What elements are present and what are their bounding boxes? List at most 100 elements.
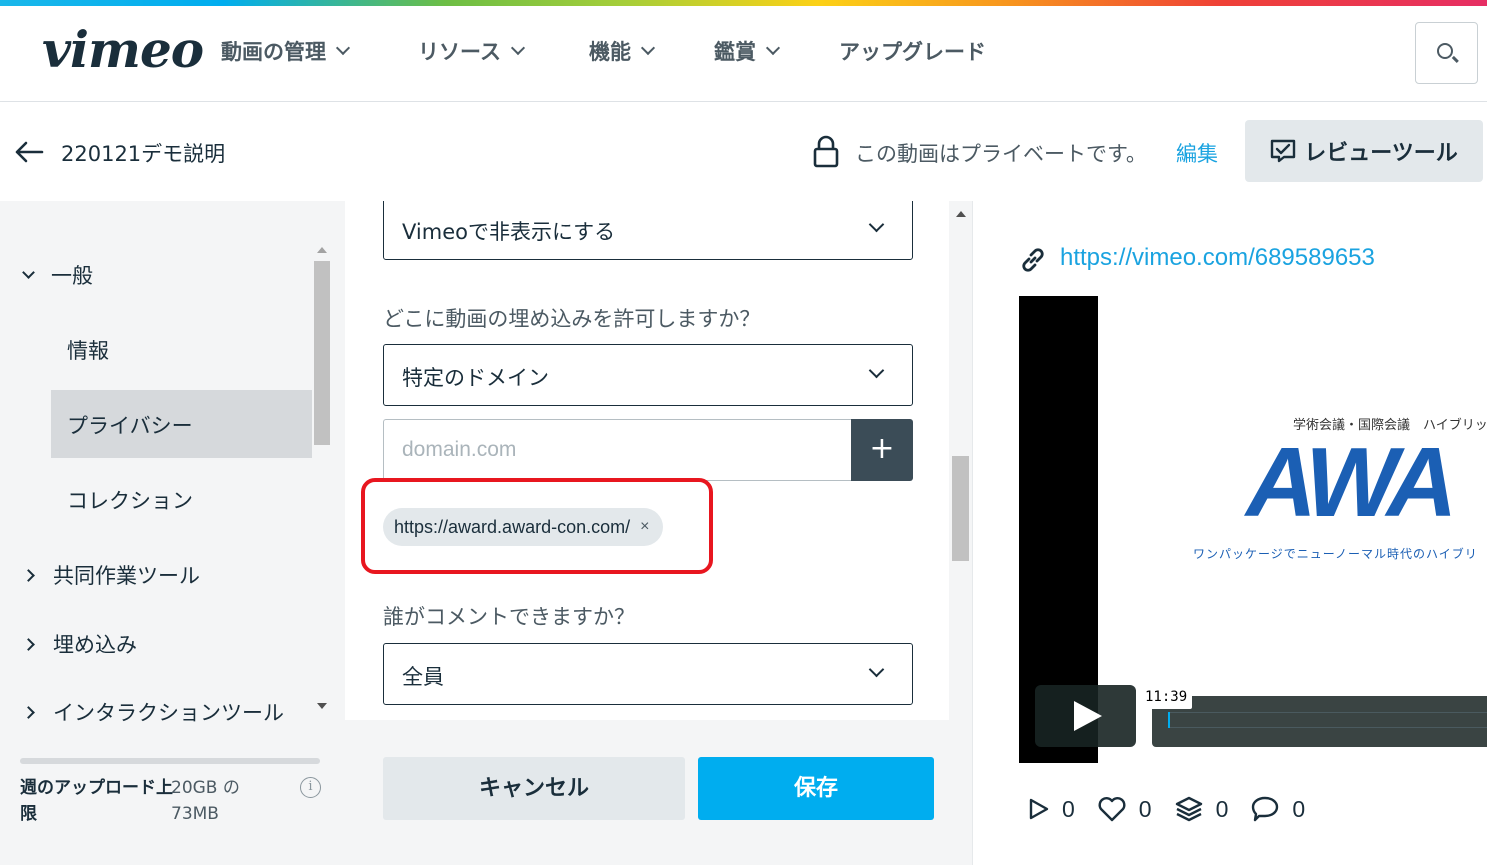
visibility-select-value: Vimeoで非表示にする — [402, 220, 616, 244]
nav-resources-label: リソース — [418, 40, 501, 64]
search-icon — [1437, 43, 1453, 59]
embed-domain-select-value: 特定のドメイン — [402, 366, 549, 390]
nav-upgrade[interactable]: アップグレード — [839, 36, 986, 66]
chevron-down-icon — [868, 362, 885, 379]
comment-permission-select-value: 全員 — [402, 665, 444, 689]
stat-collections: 0 — [1174, 795, 1229, 823]
privacy-form: Vimeoで非表示にする どこに動画の埋め込みを許可しますか？ 特定のドメイン … — [345, 201, 972, 720]
sidebar-item-label: 情報 — [67, 339, 109, 363]
stat-collections-count: 0 — [1215, 795, 1229, 822]
stat-comments: 0 — [1250, 795, 1305, 823]
stat-likes: 0 — [1097, 796, 1152, 823]
scrollbar-thumb[interactable] — [314, 261, 330, 445]
top-navigation: vimeo 動画の管理 リソース 機能 鑑賞 アップグレード — [0, 6, 1487, 102]
sidebar-item-label: プライバシー — [67, 414, 193, 438]
sidebar-section-collaboration[interactable]: 共同作業ツール — [22, 560, 200, 590]
video-url-link[interactable]: https://vimeo.com/689589653 — [1060, 244, 1375, 272]
play-button[interactable] — [1035, 685, 1136, 747]
nav-watch-label: 鑑賞 — [714, 40, 756, 64]
chevron-down-icon — [640, 40, 656, 56]
video-player[interactable]: 学術会議・国際会議 ハイブリッ AWA ワンパッケージでニューノーマル時代のハイ… — [1019, 296, 1487, 763]
nav-manage-videos[interactable]: 動画の管理 — [221, 36, 351, 66]
progress-track[interactable] — [1168, 712, 1487, 728]
scrollbar-thumb[interactable] — [952, 456, 969, 561]
edit-privacy-link[interactable]: 編集 — [1176, 138, 1218, 168]
stat-likes-count: 0 — [1138, 795, 1152, 822]
nav-upgrade-label: アップグレード — [839, 40, 986, 64]
nav-manage-videos-label: 動画の管理 — [221, 40, 326, 64]
cancel-button[interactable]: キャンセル — [383, 757, 685, 820]
comment-question-label: 誰がコメントできますか？ — [383, 605, 635, 629]
sidebar-scrollbar[interactable] — [313, 241, 331, 721]
chevron-down-icon — [765, 40, 781, 56]
annotation-highlight-box — [361, 478, 713, 574]
domain-input[interactable] — [383, 419, 852, 481]
chevron-down-icon — [510, 40, 526, 56]
chevron-right-icon — [22, 568, 35, 582]
nav-resources[interactable]: リソース — [418, 36, 526, 66]
chevron-down-icon — [868, 661, 885, 678]
embed-question-label: どこに動画の埋め込みを許可しますか？ — [383, 307, 761, 331]
sidebar-item-collections[interactable]: コレクション — [67, 485, 193, 515]
video-stats: 0 0 0 0 — [1028, 795, 1305, 823]
nav-watch[interactable]: 鑑賞 — [714, 36, 781, 66]
slide-sub-text: ワンパッケージでニューノーマル時代のハイブリ — [1193, 547, 1478, 561]
add-domain-button[interactable]: + — [851, 419, 913, 481]
chevron-right-icon — [22, 637, 35, 651]
search-button[interactable] — [1415, 22, 1478, 84]
progress-bar[interactable] — [1152, 696, 1487, 747]
scroll-down-icon[interactable] — [317, 703, 327, 709]
visibility-select[interactable]: Vimeoで非表示にする — [383, 201, 913, 260]
chevron-down-icon — [868, 216, 885, 233]
upload-quota-label: 週のアップロード上限 — [20, 778, 173, 824]
sidebar-section-label: 埋め込み — [53, 633, 137, 657]
sidebar-section-label: インタラクションツール — [53, 701, 284, 725]
sidebar-item-label: コレクション — [67, 489, 193, 513]
nav-features-label: 機能 — [589, 40, 631, 64]
comment-permission-select[interactable]: 全員 — [383, 643, 913, 705]
sidebar-item-info[interactable]: 情報 — [67, 335, 109, 365]
upload-quota-bar — [20, 758, 320, 764]
sidebar-section-interaction[interactable]: インタラクションツール — [22, 697, 284, 727]
form-scrollbar[interactable] — [949, 201, 972, 720]
sidebar-section-label: 共同作業ツール — [53, 564, 200, 588]
chevron-down-icon — [335, 40, 351, 56]
review-tool-label: レビューツール — [1304, 141, 1458, 166]
progress-cursor — [1168, 712, 1170, 728]
slide-logo: AWA — [1246, 427, 1457, 537]
privacy-status-text: この動画はプライベートです。 — [855, 142, 1147, 166]
embed-domain-select[interactable]: 特定のドメイン — [383, 344, 913, 406]
sidebar-section-embed[interactable]: 埋め込み — [22, 629, 137, 659]
stat-plays: 0 — [1028, 796, 1075, 823]
review-tool-button[interactable]: レビューツール — [1245, 120, 1483, 182]
time-tooltip: 11:39 — [1140, 685, 1193, 709]
comment-icon — [1252, 796, 1279, 822]
chevron-down-icon — [22, 265, 35, 279]
video-preview-panel: https://vimeo.com/689589653 学術会議・国際会議 ハイ… — [972, 201, 1487, 865]
scroll-up-icon[interactable] — [956, 211, 966, 217]
stat-plays-count: 0 — [1062, 795, 1075, 822]
form-footer: キャンセル 保存 — [345, 720, 972, 865]
info-icon[interactable]: i — [300, 777, 321, 798]
sidebar-section-general-label: 一般 — [51, 264, 93, 288]
sidebar-section-general[interactable]: 一般 — [22, 260, 93, 290]
nav-features[interactable]: 機能 — [589, 36, 656, 66]
save-button[interactable]: 保存 — [698, 757, 934, 820]
chevron-right-icon — [22, 705, 35, 719]
settings-sidebar: 一般 情報 プライバシー コレクション 共同作業ツール 埋め込み インタラクショ… — [0, 201, 345, 865]
sidebar-item-privacy[interactable]: プライバシー — [67, 410, 193, 440]
video-header: 220121デモ説明 この動画はプライベートです。 編集 レビューツール — [0, 102, 1487, 201]
review-check-icon — [1271, 139, 1296, 163]
heart-icon — [1098, 797, 1126, 822]
play-outline-icon — [1029, 798, 1049, 820]
vimeo-logo[interactable]: vimeo — [42, 20, 204, 79]
scroll-up-icon[interactable] — [317, 247, 327, 253]
play-icon — [1074, 701, 1102, 731]
stat-comments-count: 0 — [1292, 795, 1306, 822]
video-title: 220121デモ説明 — [61, 142, 226, 166]
back-arrow-icon[interactable] — [14, 140, 44, 164]
upload-quota-value: 20GB の 73MB — [171, 778, 240, 824]
layers-icon — [1175, 796, 1202, 822]
lock-icon — [813, 135, 839, 168]
link-icon — [1022, 248, 1044, 272]
